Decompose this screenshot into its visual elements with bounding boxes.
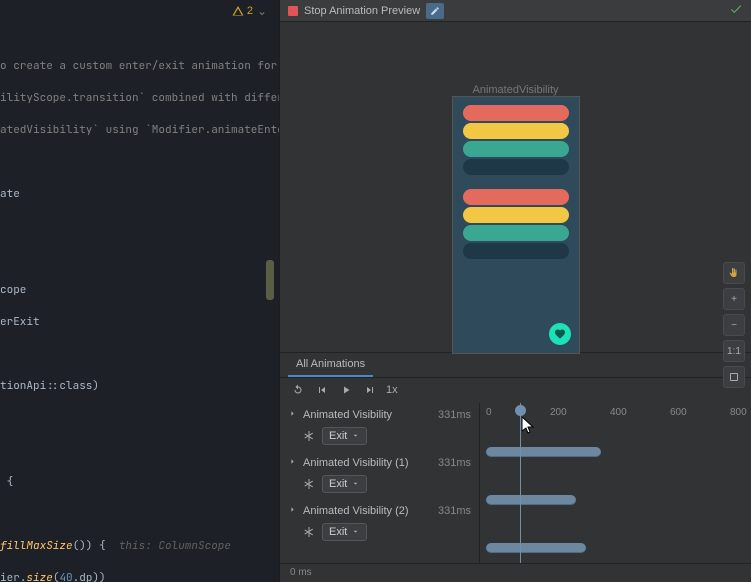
state-label: Exit <box>329 478 347 490</box>
code-unit: .dp <box>73 571 93 582</box>
track-duration: 331ms <box>438 505 471 517</box>
freeze-icon[interactable] <box>302 525 316 539</box>
preview-bar <box>463 123 569 139</box>
code-text: cope <box>0 282 279 298</box>
pan-tool[interactable] <box>723 262 745 284</box>
stop-icon[interactable] <box>288 6 298 16</box>
speed-selector[interactable]: 1x <box>386 384 400 396</box>
state-select[interactable]: Exit <box>322 475 367 493</box>
preview-side-tools: + − 1:1 <box>723 262 745 388</box>
step-forward-button[interactable] <box>362 382 378 398</box>
preview-bar <box>463 189 569 205</box>
chevron-right-icon[interactable] <box>288 457 297 469</box>
track-name: Animated Visibility (2) <box>303 505 409 517</box>
zoom-in-button[interactable]: + <box>723 288 745 310</box>
track-duration: 331ms <box>438 409 471 421</box>
device-frame <box>452 96 580 354</box>
tracks-list: Animated Visibility 331ms Exit Animated … <box>280 403 480 563</box>
cursor-icon <box>522 417 536 435</box>
code-comment: ilityScope.transition` combined with dif… <box>0 90 279 106</box>
preview-bar <box>463 225 569 241</box>
warnings-count: 2 <box>247 5 253 17</box>
freeze-icon[interactable] <box>302 477 316 491</box>
fab-button[interactable] <box>549 323 571 345</box>
timeline[interactable]: 0 200 400 600 800 1000 <box>480 403 751 563</box>
code-text: tionApi::class) <box>0 379 99 393</box>
ruler-tick: 400 <box>610 407 627 418</box>
freeze-icon[interactable] <box>302 429 316 443</box>
code-text: erExit <box>0 314 279 330</box>
step-back-button[interactable] <box>314 382 330 398</box>
preview-bar <box>463 141 569 157</box>
preview-pane: Stop Animation Preview AnimatedVisibilit… <box>279 0 751 582</box>
warning-badge[interactable]: 2 <box>232 5 253 17</box>
speed-label: 1x <box>386 384 398 396</box>
build-success-icon <box>729 2 743 19</box>
zoom-out-button[interactable]: − <box>723 314 745 336</box>
ruler-tick: 600 <box>670 407 687 418</box>
transport-bar: 1x <box>280 378 751 403</box>
tab-all-animations[interactable]: All Animations <box>288 353 373 377</box>
state-select[interactable]: Exit <box>322 523 367 541</box>
animation-segment[interactable] <box>486 495 576 505</box>
zoom-fit-button[interactable]: 1:1 <box>723 340 745 362</box>
restart-button[interactable] <box>290 382 306 398</box>
preview-toolbar: Stop Animation Preview <box>280 0 751 22</box>
track-duration: 331ms <box>438 457 471 469</box>
animation-segment[interactable] <box>486 447 601 457</box>
code-comment: atedVisibility` using `Modifier.animateE… <box>0 122 279 138</box>
timeline-time-label: 0 ms <box>290 567 312 578</box>
track-name: Animated Visibility (1) <box>303 457 409 469</box>
ruler-tick: 200 <box>550 407 567 418</box>
code-comment: o create a custom enter/exit animation f… <box>0 58 279 74</box>
preview-bar <box>463 105 569 121</box>
code-id: ier <box>0 571 20 582</box>
preview-bar <box>463 243 569 259</box>
animation-footer: 0 ms <box>280 563 751 582</box>
inspection-check-icon: ⌄ <box>257 4 267 18</box>
code-editor[interactable]: 2 ⌄ o create a custom enter/exit animati… <box>0 0 279 582</box>
code-text: ate <box>0 186 279 202</box>
code-fn: fillMaxSize <box>0 539 73 553</box>
play-button[interactable] <box>338 382 354 398</box>
playhead[interactable] <box>520 403 521 563</box>
chevron-right-icon[interactable] <box>288 505 297 517</box>
preview-bar <box>463 207 569 223</box>
track-item[interactable]: Animated Visibility (2) 331ms Exit <box>280 499 479 547</box>
preview-bar <box>463 159 569 175</box>
device-label: AnimatedVisibility <box>472 84 558 96</box>
chevron-right-icon[interactable] <box>288 409 297 421</box>
ruler-tick: 800 <box>730 407 747 418</box>
track-item[interactable]: Animated Visibility 331ms Exit <box>280 403 479 451</box>
preview-canvas[interactable]: AnimatedVisibility + − 1:1 <box>280 22 751 352</box>
track-name: Animated Visibility <box>303 409 392 421</box>
state-select[interactable]: Exit <box>322 427 367 445</box>
ruler-tick: 0 <box>486 407 492 418</box>
animation-tabs: All Animations <box>280 353 751 378</box>
edit-button[interactable] <box>426 3 444 19</box>
animation-segment[interactable] <box>486 543 586 553</box>
state-label: Exit <box>329 430 347 442</box>
code-content[interactable]: o create a custom enter/exit animation f… <box>0 22 279 582</box>
track-item[interactable]: Animated Visibility (1) 331ms Exit <box>280 451 479 499</box>
inline-hint: this: ColumnScope <box>119 539 231 553</box>
editor-inspection-bar: 2 ⌄ <box>0 0 279 22</box>
preview-title: Stop Animation Preview <box>304 5 420 17</box>
code-fn: size <box>26 571 52 582</box>
state-label: Exit <box>329 526 347 538</box>
editor-scrollbar-thumb[interactable] <box>266 260 274 300</box>
animation-panel: All Animations 1x Animated Visibility 33… <box>280 352 751 582</box>
code-num: 40 <box>59 571 72 582</box>
frame-button[interactable] <box>723 366 745 388</box>
